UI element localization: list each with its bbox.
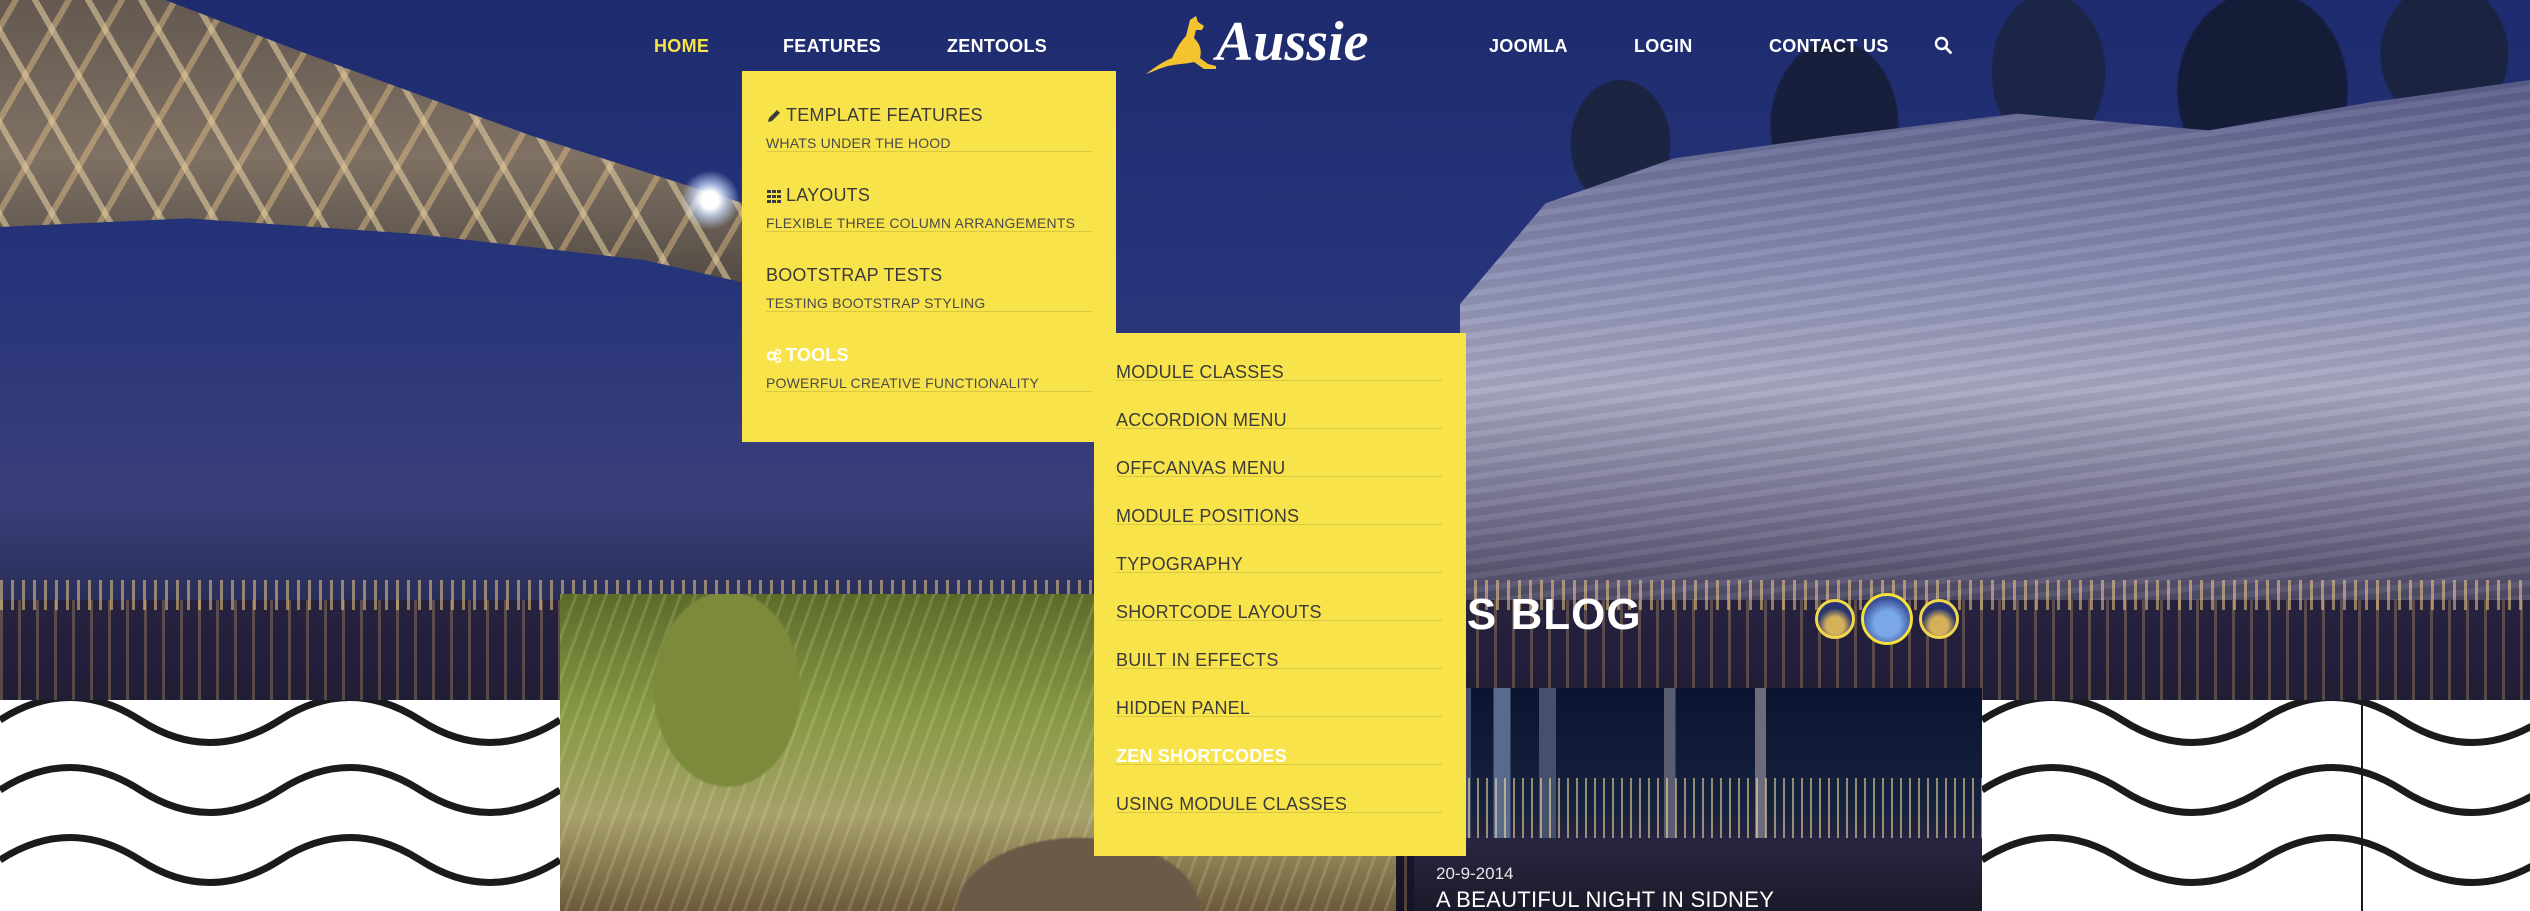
menu-item-label: LAYOUTS [786,185,871,205]
features-dropdown: TEMPLATE FEATURES WHATS UNDER THE HOOD L… [742,71,1116,442]
submenu-item-offcanvas-menu[interactable]: OFFCANVAS MENU [1116,429,1442,477]
menu-item-label: BOOTSTRAP TESTS [766,265,943,285]
submenu-item-accordion-menu[interactable]: ACCORDION MENU [1116,381,1442,429]
news-blog-heading: EWS BLOG [1430,590,1642,639]
slider-thumb-2[interactable] [1861,593,1913,645]
pencil-icon [768,109,780,122]
slider-thumb-3[interactable] [1919,599,1959,639]
submenu-item-using-module-classes[interactable]: USING MODULE CLASSES [1116,765,1442,813]
search-icon[interactable] [1934,36,1952,59]
menu-item-bootstrap-tests[interactable]: BOOTSTRAP TESTS TESTING BOOTSTRAP STYLIN… [766,231,1092,312]
nav-login[interactable]: LOGIN [1634,36,1693,57]
nav-joomla[interactable]: JOOMLA [1489,36,1568,57]
kangaroo-logo-icon [1146,16,1216,74]
submenu-item-typography[interactable]: TYPOGRAPHY [1116,525,1442,573]
menu-item-subtitle: POWERFUL CREATIVE FUNCTIONALITY [766,375,1039,391]
wave-pattern-right [1982,700,2530,911]
main-navigation: HOME FEATURES ZENTOOLS Aussie JOOMLA LOG… [0,0,2530,95]
menu-item-label: TEMPLATE FEATURES [786,105,983,125]
lamp-glow [680,170,740,230]
nav-home[interactable]: HOME [654,36,709,57]
menu-item-tools[interactable]: TOOLS POWERFUL CREATIVE FUNCTIONALITY [766,311,1092,392]
news-article-date: 20-9-2014 [1436,864,1514,883]
logo-text: Aussie [1216,11,1369,73]
gears-icon [766,348,782,363]
grid-icon [767,189,781,203]
submenu-item-built-in-effects[interactable]: BUILT IN EFFECTS [1116,621,1442,669]
nav-contact-us[interactable]: CONTACT US [1769,36,1889,57]
nav-zentools[interactable]: ZENTOOLS [947,36,1047,57]
submenu-item-zen-shortcodes[interactable]: ZEN SHORTCODES [1116,717,1442,765]
menu-item-title: TEMPLATE FEATURES [766,105,983,126]
tools-submenu: MODULE CLASSES ACCORDION MENU OFFCANVAS … [1094,333,1466,856]
news-article-title[interactable]: A BEAUTIFUL NIGHT IN SIDNEY [1436,887,1774,911]
menu-item-title: LAYOUTS [766,185,870,206]
nav-features[interactable]: FEATURES [783,36,881,57]
site-logo[interactable]: Aussie [1146,11,1386,74]
menu-item-subtitle: WHATS UNDER THE HOOD [766,135,951,151]
menu-item-title: TOOLS [766,345,849,366]
submenu-item-hidden-panel[interactable]: HIDDEN PANEL [1116,669,1442,717]
submenu-item-shortcode-layouts[interactable]: SHORTCODE LAYOUTS [1116,573,1442,621]
submenu-item-module-classes[interactable]: MODULE CLASSES [1116,333,1442,381]
slider-thumb-1[interactable] [1815,599,1855,639]
menu-item-label: TOOLS [786,345,849,365]
menu-item-layouts[interactable]: LAYOUTS FLEXIBLE THREE COLUMN ARRANGEMEN… [766,151,1092,232]
menu-item-template-features[interactable]: TEMPLATE FEATURES WHATS UNDER THE HOOD [766,71,1092,152]
menu-item-title: BOOTSTRAP TESTS [766,265,942,286]
menu-item-subtitle: FLEXIBLE THREE COLUMN ARRANGEMENTS [766,215,1076,231]
slider-thumbnails [1815,593,1959,645]
submenu-item-module-positions[interactable]: MODULE POSITIONS [1116,477,1442,525]
wave-pattern-left [0,700,560,911]
menu-item-subtitle: TESTING BOOTSTRAP STYLING [766,295,986,311]
